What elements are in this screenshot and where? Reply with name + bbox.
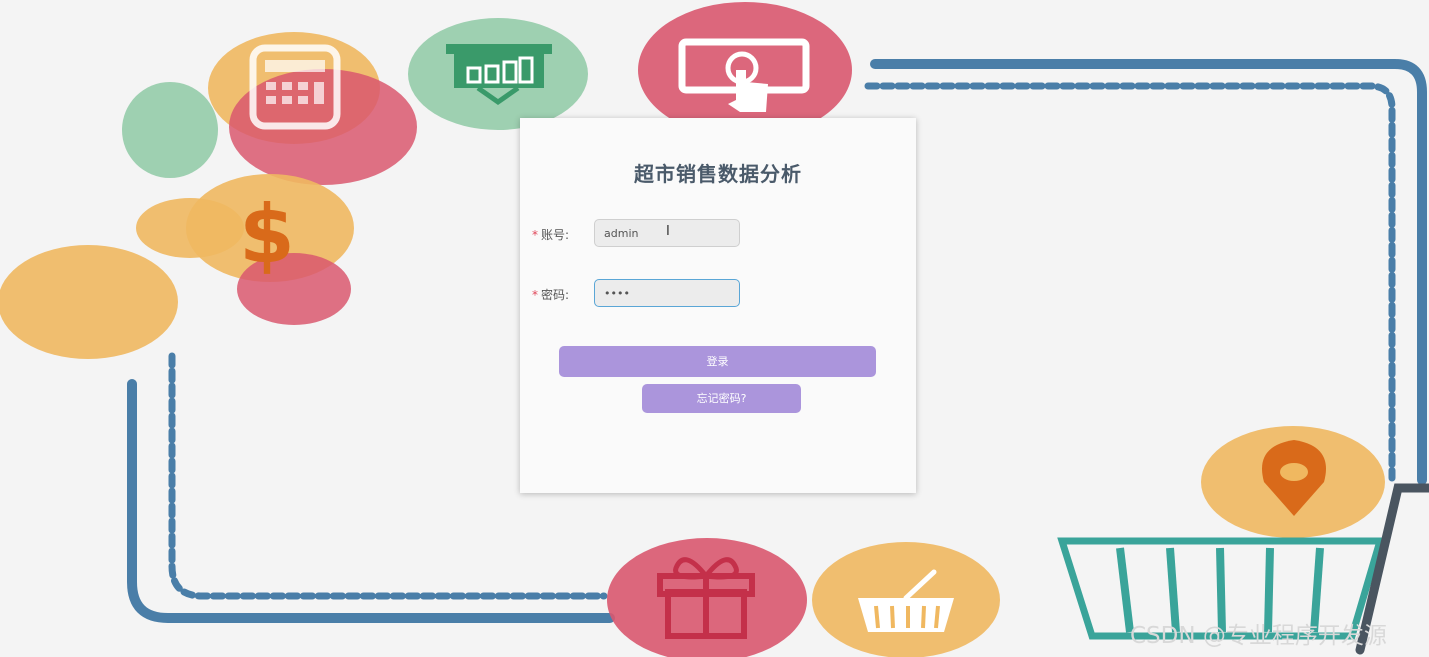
account-label-text: 账号: <box>541 228 570 242</box>
required-mark: * <box>532 228 538 242</box>
password-label-text: 密码: <box>541 288 570 302</box>
login-button[interactable]: 登录 <box>559 346 876 377</box>
required-mark: * <box>532 288 538 302</box>
account-row: * 账号: admin <box>532 219 912 249</box>
password-label: * 密码: <box>532 286 569 303</box>
password-input[interactable]: •••• <box>594 279 740 307</box>
dollar-icon: $ <box>239 188 295 281</box>
forgot-password-button[interactable]: 忘记密码? <box>642 384 801 413</box>
text-cursor-icon: I <box>666 224 670 239</box>
page-title: 超市销售数据分析 <box>634 162 802 186</box>
account-label: * 账号: <box>532 226 569 243</box>
svg-text:$: $ <box>239 188 295 281</box>
password-row: * 密码: •••• <box>532 279 912 309</box>
login-card: 超市销售数据分析 * 账号: admin * 密码: •••• 登录 忘记密码? <box>520 118 916 493</box>
watermark: CSDN @专业程序开发源 <box>1130 623 1387 649</box>
